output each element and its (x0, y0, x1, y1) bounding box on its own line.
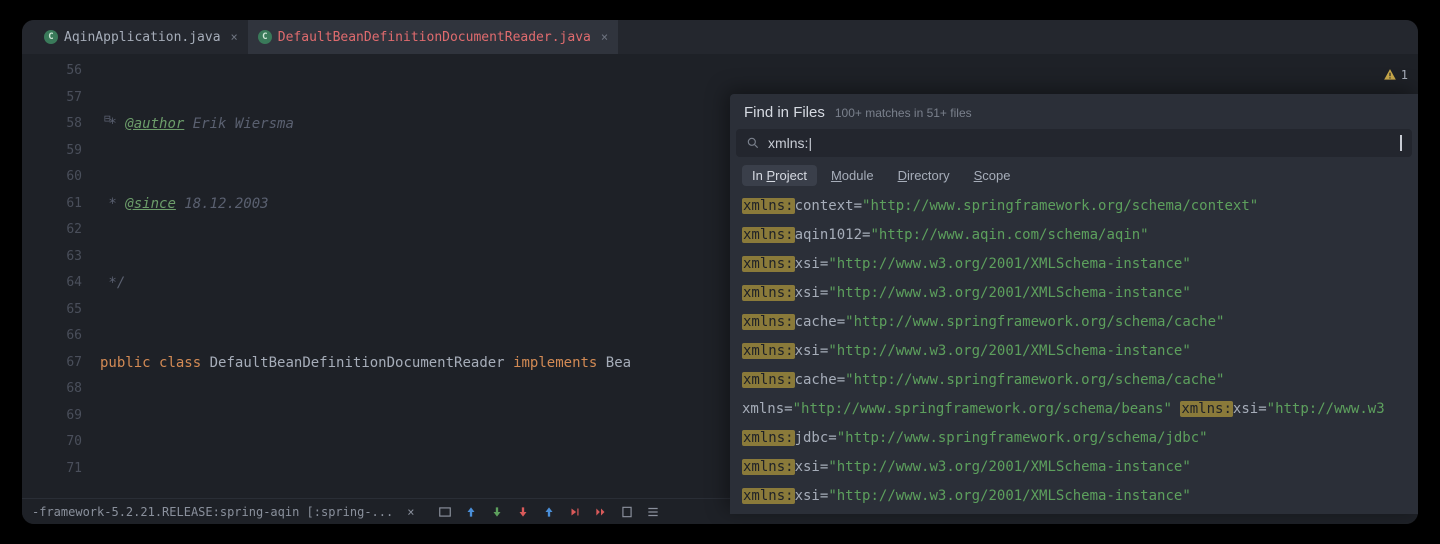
tab-label: AqinApplication.java (64, 30, 221, 45)
result-row[interactable]: xmlns:xsi="http://www.w3.org/2001/XMLSch… (730, 279, 1418, 308)
result-row[interactable]: xmlns:context="http://www.springframewor… (730, 192, 1418, 221)
terminal-icon[interactable] (438, 505, 452, 519)
close-icon[interactable]: × (601, 30, 608, 44)
search-input[interactable]: xmlns: (768, 135, 1402, 151)
line-number: 58 (22, 111, 82, 138)
line-number: 60 (22, 164, 82, 191)
line-number: 70 (22, 429, 82, 456)
gutter: 56 57 58 59 60 61 62 63 64 65 66 67 68 6… (22, 54, 100, 498)
line-number: 62 (22, 217, 82, 244)
result-row[interactable]: xmlns:aqin1012="http://www.aqin.com/sche… (730, 221, 1418, 250)
scope-in-project[interactable]: In Project (742, 165, 817, 186)
result-row[interactable]: xmlns:xsi="http://www.w3.org/2001/XMLSch… (730, 337, 1418, 366)
results-list: xmlns:context="http://www.springframewor… (730, 192, 1418, 514)
close-icon[interactable]: × (407, 505, 414, 519)
skip-all-icon[interactable] (594, 505, 608, 519)
scope-scope[interactable]: Scope (964, 165, 1021, 186)
fold-icon[interactable]: ⊟ (104, 112, 111, 125)
scope-module[interactable]: Module (821, 165, 884, 186)
result-row[interactable]: xmlns:cache="http://www.springframework.… (730, 308, 1418, 337)
java-class-icon: C (258, 30, 272, 44)
close-icon[interactable]: × (231, 30, 238, 44)
result-row[interactable]: xmlns="http://www.springframework.org/sc… (730, 395, 1418, 424)
find-in-files-panel: Find in Files 100+ matches in 51+ files … (730, 94, 1418, 514)
line-number: 56 (22, 58, 82, 85)
vcs-commit-icon[interactable] (490, 505, 504, 519)
skip-icon[interactable] (568, 505, 582, 519)
line-number: 61 (22, 191, 82, 218)
tabs-bar: C AqinApplication.java × C DefaultBeanDe… (22, 20, 1418, 54)
result-row[interactable]: xmlns:xsi="http://www.w3.org/2001/XMLSch… (730, 453, 1418, 482)
line-number: 63 (22, 244, 82, 271)
scope-directory[interactable]: Directory (888, 165, 960, 186)
find-match-count: 100+ matches in 51+ files (835, 106, 972, 120)
result-row[interactable]: xmlns:xsi="http://www.w3.org/2001/XMLSch… (730, 482, 1418, 511)
line-number: 71 (22, 456, 82, 483)
status-icons (438, 505, 660, 519)
vcs-update-icon[interactable] (464, 505, 478, 519)
line-number: 64 (22, 270, 82, 297)
line-number: 69 (22, 403, 82, 430)
line-number: 57 (22, 85, 82, 112)
list-icon[interactable] (646, 505, 660, 519)
line-number: 65 (22, 297, 82, 324)
find-header: Find in Files 100+ matches in 51+ files (730, 94, 1418, 129)
tab-default-bean-reader[interactable]: C DefaultBeanDefinitionDocumentReader.ja… (248, 20, 618, 54)
line-number: 68 (22, 376, 82, 403)
module-path[interactable]: -framework-5.2.21.RELEASE:spring-aqin [:… (32, 505, 393, 519)
line-number: 66 (22, 323, 82, 350)
tab-aqin-application[interactable]: C AqinApplication.java × (34, 20, 248, 54)
find-title: Find in Files (744, 104, 825, 121)
result-row[interactable]: xmlns:xsi="http://www.w3.org/2001/XMLSch… (730, 250, 1418, 279)
line-number: 67 (22, 350, 82, 377)
line-number: 59 (22, 138, 82, 165)
search-icon[interactable] (746, 136, 760, 150)
vcs-push-up-icon[interactable] (542, 505, 556, 519)
result-row[interactable]: xmlns:jdbc="http://www.springframework.o… (730, 424, 1418, 453)
result-row[interactable]: xmlns:cache="http://www.springframework.… (730, 366, 1418, 395)
vcs-push-down-icon[interactable] (516, 505, 530, 519)
scope-tabs: In Project Module Directory Scope (730, 157, 1418, 192)
calculator-icon[interactable] (620, 505, 634, 519)
find-input-row: xmlns: (736, 129, 1412, 157)
java-class-icon: C (44, 30, 58, 44)
tab-label: DefaultBeanDefinitionDocumentReader.java (278, 30, 591, 45)
